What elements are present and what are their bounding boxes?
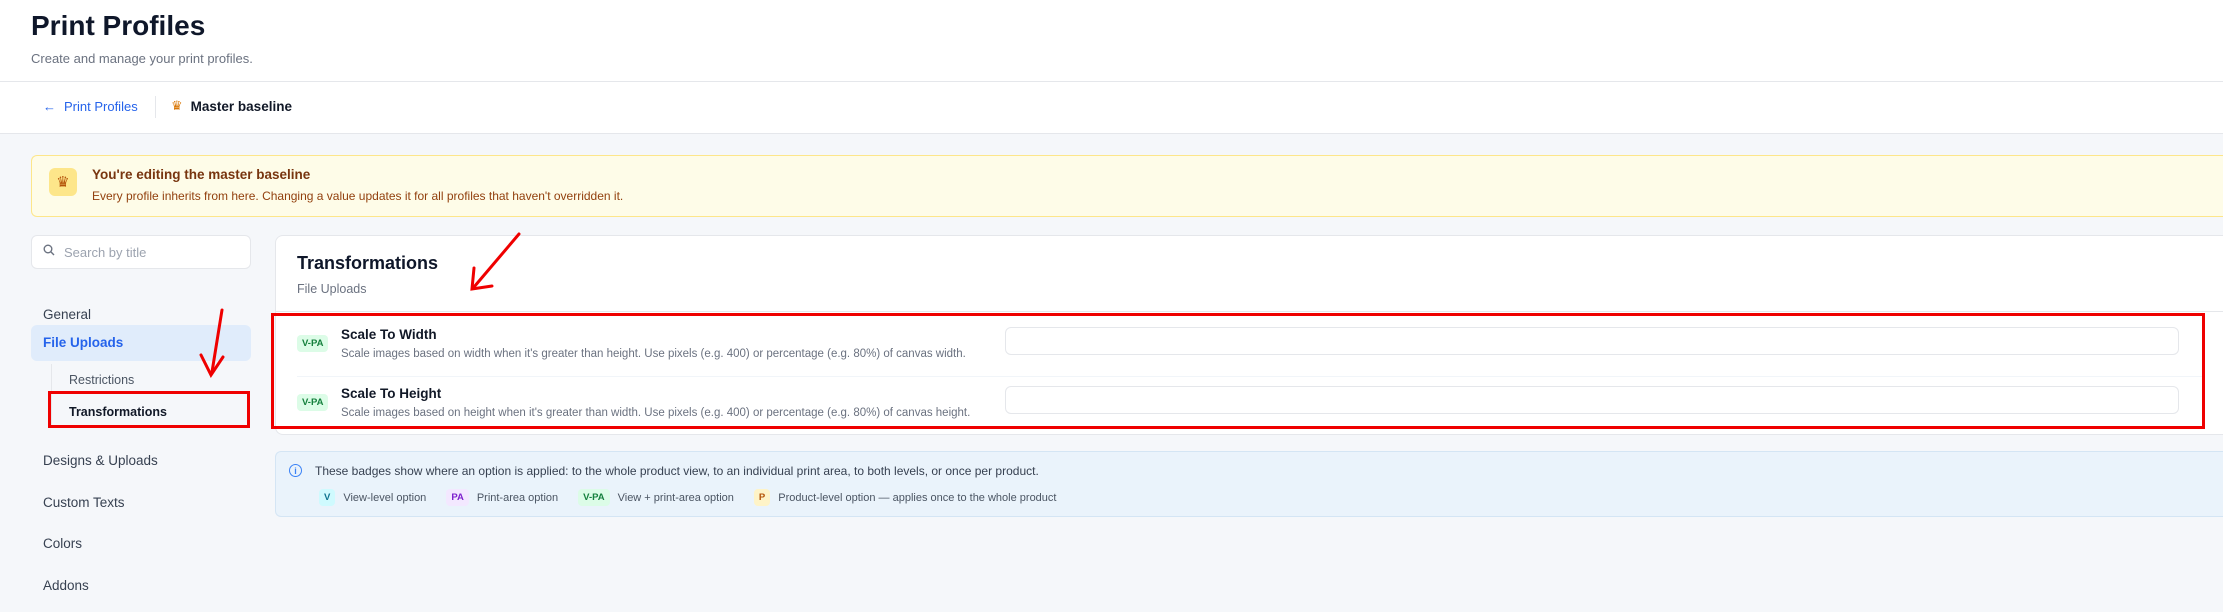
legend-item: V View-level option [319, 489, 426, 506]
badge-info-box: i These badges show where an option is a… [275, 451, 2223, 517]
master-baseline-notice: ♛ You're editing the master baseline Eve… [31, 155, 2223, 217]
sidebar-item-designs-uploads[interactable]: Designs & Uploads [31, 443, 251, 479]
page-header: Print Profiles Create and manage your pr… [0, 0, 2223, 82]
legend-badge: PA [446, 489, 469, 506]
info-icon: i [289, 464, 302, 477]
search-input[interactable] [64, 236, 244, 268]
crown-icon: ♛ [171, 98, 183, 113]
notice-title: You're editing the master baseline [92, 167, 311, 182]
sidebar-subitem-restrictions[interactable]: Restrictions [69, 373, 134, 387]
search-icon [43, 244, 55, 259]
badge-legend: V View-level option PA Print-area option… [319, 489, 1068, 506]
breadcrumb-back-label: Print Profiles [64, 99, 138, 114]
legend-badge: P [753, 489, 771, 506]
sidebar-item-colors[interactable]: Colors [31, 526, 251, 562]
legend-item: PA Print-area option [446, 489, 558, 506]
legend-item: V-PA View + print-area option [578, 489, 734, 506]
sidebar-item-addons[interactable]: Addons [31, 568, 251, 604]
legend-badge: V [319, 489, 336, 506]
breadcrumb-separator [155, 96, 156, 118]
annotation-box-transformations-nav [48, 391, 250, 428]
breadcrumb-current-label: Master baseline [190, 98, 292, 114]
sidebar-item-file-uploads[interactable]: File Uploads [31, 325, 251, 361]
breadcrumb-current: ♛ Master baseline [171, 98, 292, 114]
legend-label: Product-level option — applies once to t… [778, 491, 1057, 504]
crown-icon: ♛ [49, 168, 77, 196]
annotation-box-options [271, 313, 2205, 429]
page-title: Print Profiles [31, 10, 206, 41]
section-title: Transformations [297, 253, 439, 273]
sidebar-item-custom-texts[interactable]: Custom Texts [31, 485, 251, 521]
legend-item: P Product-level option — applies once to… [753, 489, 1057, 506]
notice-text: Every profile inherits from here. Changi… [92, 189, 624, 203]
search-box [31, 235, 251, 269]
section-subtitle: File Uploads [297, 282, 367, 296]
info-text: These badges show where an option is app… [315, 464, 1039, 478]
breadcrumb-back-link[interactable]: ← Print Profiles [43, 99, 138, 114]
divider [276, 311, 2223, 312]
page-subtitle: Create and manage your print profiles. [31, 51, 253, 66]
legend-badge: V-PA [578, 489, 610, 506]
arrow-left-icon: ← [43, 99, 56, 114]
breadcrumb: ← Print Profiles ♛ Master baseline [0, 82, 2223, 134]
legend-label: Print-area option [476, 491, 559, 504]
legend-label: View-level option [343, 491, 427, 504]
legend-label: View + print-area option [617, 491, 734, 504]
